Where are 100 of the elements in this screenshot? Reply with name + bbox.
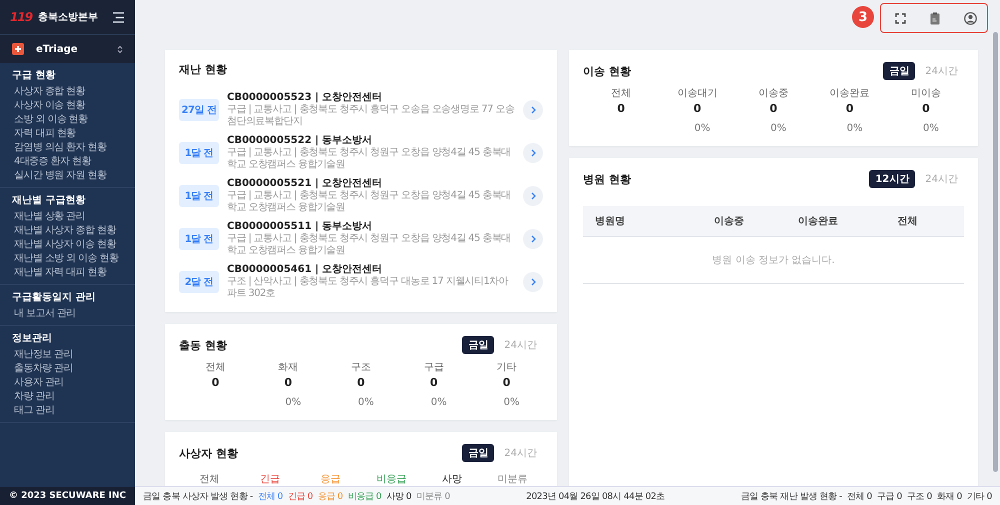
time-ago-badge: 27일 전 bbox=[179, 98, 219, 120]
menu-icon[interactable] bbox=[112, 12, 125, 22]
annotation-number: 3 bbox=[852, 6, 874, 28]
stat-value: 0 bbox=[770, 102, 778, 115]
stat-percent: 0% bbox=[504, 397, 520, 408]
status-count: 기타 0 bbox=[967, 490, 992, 502]
stat-label: 구조 bbox=[350, 361, 371, 374]
nav-item[interactable]: 감염병 의심 환자 현황 bbox=[0, 141, 135, 155]
disaster-detail: 구조 | 산악사고 | 충청북도 청주시 흥덕구 대농로 17 지웰시티1차아파트 302호 bbox=[227, 276, 510, 300]
nav-item[interactable]: 차량 관리 bbox=[0, 390, 135, 404]
logo: 119 bbox=[10, 10, 32, 24]
column-header: 이송중 bbox=[712, 215, 745, 228]
stat-percent: 0% bbox=[285, 397, 302, 408]
column-header: 이송완료 bbox=[797, 215, 840, 228]
category-label: 사망 bbox=[442, 473, 462, 486]
open-button[interactable] bbox=[523, 186, 543, 206]
stat-value: 0 bbox=[357, 376, 365, 389]
status-count: 응급 0 bbox=[318, 490, 343, 502]
nav-item[interactable]: 사상자 종합 현황 bbox=[0, 85, 135, 99]
disaster-title: CB0000005522 | 동부소방서 bbox=[227, 134, 374, 147]
disaster-title: CB0000005523 | 오창안전센터 bbox=[227, 91, 384, 104]
status-count: 미분류 0 bbox=[416, 490, 450, 502]
nav-section-title: 재난별 구급현황 bbox=[11, 194, 86, 208]
stat-value: 0 bbox=[212, 376, 220, 389]
status-count: 구급 0 bbox=[877, 490, 902, 502]
time-ago-badge: 1달 전 bbox=[179, 184, 219, 206]
period-tab[interactable]: 금일 bbox=[462, 336, 494, 354]
stat-percent: 0% bbox=[922, 123, 939, 134]
stat-label: 전체 bbox=[205, 361, 226, 374]
period-tab[interactable]: 12시간 bbox=[869, 170, 916, 188]
chevron-right-icon bbox=[530, 106, 536, 114]
nav-item[interactable]: 출동차량 관리 bbox=[0, 362, 135, 376]
category-label: 응급 bbox=[320, 473, 341, 486]
nav-item[interactable]: 재난별 소방 외 이송 현황 bbox=[0, 252, 135, 266]
time-ago-badge: 1달 전 bbox=[179, 142, 219, 164]
period-tab[interactable]: 금일 bbox=[883, 62, 916, 80]
nav-item[interactable]: 4대중증 환자 현황 bbox=[0, 155, 135, 169]
period-tab[interactable]: 금일 bbox=[462, 444, 494, 462]
card-title: 재난 현황 bbox=[179, 62, 228, 77]
column-header: 전체 bbox=[896, 215, 918, 228]
disaster-title: CB0000005461 | 오창안전센터 bbox=[227, 263, 384, 276]
status-count: 비응급 0 bbox=[348, 490, 382, 502]
time-ago-badge: 1달 전 bbox=[179, 228, 219, 250]
disaster-detail: 구급 | 교통사고 | 충청북도 청주시 청원구 오창읍 양청4길 45 충북대학교 오창캠퍼스 융합기술원 bbox=[227, 147, 512, 171]
open-button[interactable] bbox=[523, 228, 543, 248]
stat-label: 구급 bbox=[424, 361, 444, 374]
copyright: © 2023 SECUWARE INC bbox=[0, 487, 135, 505]
stat-label: 이송중 bbox=[758, 87, 788, 100]
nav-item[interactable]: 재난별 사상자 종합 현황 bbox=[0, 224, 135, 238]
nav-item[interactable]: 재난별 상황 관리 bbox=[0, 210, 135, 224]
open-button[interactable] bbox=[523, 100, 543, 120]
disaster-title: CB0000005521 | 오창안전센터 bbox=[227, 177, 384, 190]
plus-icon bbox=[12, 43, 24, 55]
card-title: 출동 현황 bbox=[179, 338, 227, 352]
disaster-detail: 구급 | 교통사고 | 충청북도 청주시 청원구 오창읍 양청4길 45 충북대학교 오창캠퍼스 융합기술원 bbox=[227, 190, 512, 214]
category-label: 비응급 bbox=[376, 473, 406, 486]
stat-value: 0 bbox=[693, 102, 702, 115]
stat-label: 화재 bbox=[278, 361, 298, 374]
chevron-right-icon bbox=[530, 278, 536, 286]
column-header: 병원명 bbox=[595, 215, 626, 228]
stat-value: 0 bbox=[284, 376, 292, 389]
fullscreen-icon[interactable] bbox=[895, 12, 906, 24]
nav-item[interactable]: 재난정보 관리 bbox=[0, 348, 135, 362]
stat-label: 이송완료 bbox=[830, 87, 870, 100]
app-switcher[interactable]: eTriage bbox=[0, 34, 135, 63]
status-count: 구조 0 bbox=[907, 490, 932, 502]
nav-item[interactable]: 실시간 병원 자원 현황 bbox=[0, 169, 135, 183]
datetime: 2023년 04월 26일 08시 44분 02초 bbox=[526, 490, 665, 502]
stat-value: 0 bbox=[430, 376, 438, 389]
nav-item[interactable]: 재난별 자력 대피 현황 bbox=[0, 266, 135, 280]
stat-value: 0 bbox=[846, 102, 854, 115]
updown-icon bbox=[117, 44, 123, 54]
stat-label: 미이송 bbox=[910, 87, 941, 100]
stat-value: 0 bbox=[502, 376, 510, 389]
nav-item[interactable]: 소방 외 이송 현황 bbox=[0, 113, 135, 127]
category-label: 미분류 bbox=[498, 473, 528, 486]
category-label: 전체 bbox=[199, 473, 220, 486]
nav-item[interactable]: 재난별 사상자 이송 현황 bbox=[0, 238, 135, 252]
stat-percent: 0% bbox=[770, 123, 786, 134]
stat-percent: 0% bbox=[430, 397, 447, 408]
clipboard-icon[interactable] bbox=[930, 12, 940, 24]
nav-item[interactable]: 내 보고서 관리 bbox=[0, 307, 135, 321]
nav-section-title: 구급 현황 bbox=[11, 69, 56, 83]
nav-item[interactable]: 자력 대피 현황 bbox=[0, 127, 135, 141]
scrollbar[interactable] bbox=[993, 32, 998, 472]
stat-value: 0 bbox=[617, 102, 625, 115]
status-count: 전체 0 bbox=[847, 490, 872, 502]
disaster-detail: 구급 | 교통사고 | 충청북도 청주시 청원구 오창읍 양청4길 45 충북대학교 오창캠퍼스 융합기술원 bbox=[227, 233, 512, 257]
open-button[interactable] bbox=[523, 272, 543, 292]
open-button[interactable] bbox=[523, 142, 543, 162]
nav-section-title: 정보관리 bbox=[11, 332, 53, 346]
nav-item[interactable]: 사상자 이송 현황 bbox=[0, 99, 135, 113]
status-count: 전체 0 bbox=[258, 490, 283, 502]
category-label: 긴급 bbox=[260, 473, 280, 486]
nav-item[interactable]: 사용자 관리 bbox=[0, 376, 135, 390]
stat-label: 이송대기 bbox=[677, 87, 718, 100]
empty-message: 병원 이송 정보가 없습니다. bbox=[583, 237, 964, 284]
nav-item[interactable]: 태그 관리 bbox=[0, 404, 135, 418]
user-icon[interactable] bbox=[964, 12, 977, 24]
status-count: 사망 0 bbox=[386, 490, 412, 502]
